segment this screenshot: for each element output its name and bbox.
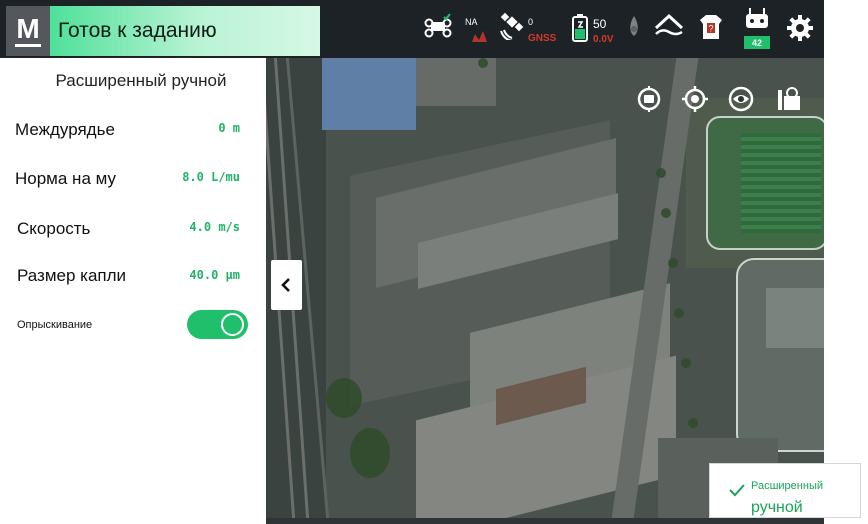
row-spacing-value[interactable]: 0 m — [218, 121, 240, 135]
view-eye-icon[interactable] — [728, 86, 754, 112]
app-logo-underline — [15, 44, 41, 47]
battery-percent: 50 — [593, 17, 607, 31]
remote-controller-icon[interactable] — [740, 8, 774, 49]
map-tree — [326, 378, 362, 418]
droplet-size-label: Размер капли — [17, 266, 127, 285]
drone-rtk-icon[interactable] — [424, 12, 454, 46]
settings-panel: Расширенный ручной Междурядье 0 m Норма … — [0, 58, 266, 524]
speed-label: Скорость — [17, 219, 91, 238]
mode-label-line2: ручной — [751, 499, 803, 516]
map-tree — [661, 208, 671, 218]
gnss-label: GNSS — [528, 33, 557, 44]
map-tree — [674, 308, 684, 318]
rate-per-mu-label: Норма на му — [15, 169, 116, 188]
battery-voltage: 0.0V — [593, 34, 614, 45]
chevron-left-icon — [281, 278, 290, 292]
locate-aircraft-icon[interactable] — [636, 86, 662, 112]
map-tree — [350, 428, 390, 478]
speed-value[interactable]: 4.0 m/s — [189, 220, 240, 234]
app-logo-letter: M — [16, 13, 40, 44]
spray-toggle[interactable] — [187, 310, 248, 339]
map-greenhouse — [741, 133, 821, 233]
map-tree — [681, 358, 691, 368]
row-spacing-label: Междурядье — [15, 120, 115, 139]
panel-title: Расширенный ручной — [55, 71, 227, 90]
checkmark-icon — [729, 484, 745, 497]
flight-mode-button[interactable]: Расширенный ручной — [709, 463, 861, 518]
collapse-panel-button[interactable] — [271, 260, 302, 310]
map-tree — [656, 168, 666, 178]
status-banner[interactable]: Готов к заданию — [50, 6, 320, 56]
map-tree — [688, 418, 698, 428]
spray-toggle-knob — [221, 313, 244, 336]
payload-status-icon[interactable]: ? — [698, 12, 724, 46]
gear-icon[interactable] — [786, 14, 814, 48]
droplet-sensor-icon[interactable] — [626, 12, 642, 46]
mode-label-line1: Расширенный — [751, 480, 823, 492]
satellite-map[interactable] — [266, 58, 824, 518]
status-text: Готов к заданию — [58, 19, 217, 42]
battery-icon[interactable] — [570, 12, 592, 46]
gnss-count: 0 — [528, 17, 534, 27]
rate-per-mu-value[interactable]: 8.0 L/mu — [182, 170, 240, 184]
spray-label: Опрыскивание — [17, 319, 93, 331]
locate-me-icon[interactable] — [682, 86, 708, 112]
right-edge-strip — [824, 0, 868, 524]
terrain-follow-icon[interactable] — [654, 12, 684, 46]
droplet-size-value[interactable]: 40.0 µm — [189, 268, 240, 282]
map-building-blue — [322, 58, 416, 130]
remote-battery-badge: 42 — [752, 38, 763, 48]
rtk-label: NA — [465, 17, 478, 27]
svg-text:?: ? — [709, 24, 714, 34]
satellite-icon[interactable] — [500, 12, 526, 46]
map-layer-icon[interactable] — [776, 86, 802, 112]
map-tree — [668, 258, 678, 268]
top-status-bar: M Готов к заданию NA 0 GNSS 50 0.0V ? 42 — [0, 0, 824, 58]
app-logo[interactable]: M — [6, 6, 50, 56]
rtk-signal-icon — [470, 28, 490, 62]
map-building-small — [766, 288, 824, 348]
